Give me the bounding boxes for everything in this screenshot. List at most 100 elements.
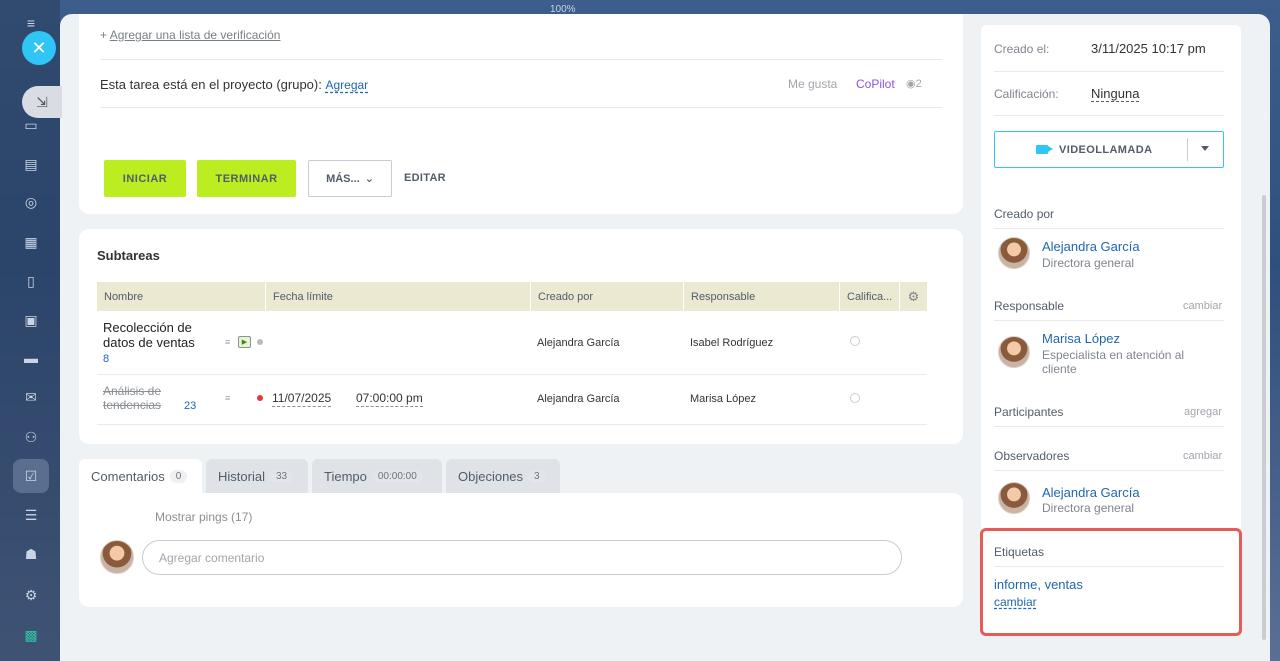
add-participants-link[interactable]: agregar [1184, 406, 1222, 418]
mail-icon[interactable]: ✉ [22, 388, 40, 406]
calendar-icon[interactable]: ▦ [22, 233, 40, 251]
add-checklist-link[interactable]: + Agregar una lista de verificación [100, 28, 280, 42]
edit-button[interactable]: EDITAR [404, 172, 446, 184]
rating-label: Calificación: [994, 87, 1059, 101]
change-tags-link[interactable]: cambiar [994, 595, 1037, 609]
minimize-icon: ⇲ [36, 93, 48, 110]
creator-role: Directora general [1042, 256, 1135, 270]
divider [994, 320, 1224, 321]
like-button[interactable]: Me gusta [788, 77, 837, 91]
list-icon: ≡ [225, 337, 231, 347]
divider [100, 59, 942, 60]
rating-icon[interactable] [850, 393, 860, 403]
subtask-row-2-responsible[interactable]: Marisa López [690, 393, 756, 405]
change-responsible-link[interactable]: cambiar [1183, 300, 1222, 312]
tab-history[interactable]: Historial 33 [206, 459, 308, 493]
project-text: Esta tarea está en el proyecto (grupo): [100, 77, 322, 92]
subtasks-title: Subtareas [97, 248, 160, 263]
avatar [100, 540, 134, 574]
observer-role: Directora general [1042, 501, 1135, 515]
show-pings-link[interactable]: Mostrar pings (17) [155, 510, 252, 524]
video-camera-icon [1036, 145, 1053, 154]
table-row-divider [97, 374, 927, 375]
circle-icon[interactable]: ◎ [22, 193, 40, 211]
column-header-name[interactable]: Nombre [97, 282, 266, 311]
gear-icon[interactable]: ⚙ [900, 282, 927, 311]
finish-button[interactable]: TERMINAR [197, 160, 296, 197]
divider [994, 228, 1224, 229]
subtask-count: 23 [184, 400, 197, 412]
start-button[interactable]: INICIAR [104, 160, 186, 197]
chat-icon[interactable]: ▭ [22, 116, 40, 134]
creator-name[interactable]: Alejandra García [1042, 239, 1140, 254]
feed-icon[interactable]: ▤ [22, 155, 40, 173]
subtask-row-2-deadline-date[interactable]: 11/07/2025 [272, 391, 332, 407]
filter-icon[interactable]: ☰ [22, 506, 40, 524]
document-icon[interactable]: ▯ [22, 272, 40, 290]
subtask-row-1-created-by[interactable]: Alejandra García [537, 337, 620, 349]
settings-icon[interactable]: ⚙ [22, 586, 40, 604]
avatar[interactable] [998, 336, 1030, 368]
rating-value[interactable]: Ninguna [1091, 86, 1140, 102]
column-header-responsible[interactable]: Responsable [684, 282, 840, 311]
more-button[interactable]: MÁS... ⌄ [308, 160, 392, 197]
subtask-row-2-created-by[interactable]: Alejandra García [537, 393, 620, 405]
menu-icon[interactable]: ≡ [22, 14, 40, 32]
divider [994, 71, 1224, 72]
responsible-name[interactable]: Marisa López [1042, 331, 1120, 346]
column-header-rating[interactable]: Califica... [840, 282, 900, 311]
observer-name[interactable]: Alejandra García [1042, 485, 1140, 500]
close-slider-button[interactable]: ✕ [22, 31, 56, 65]
play-icon[interactable]: ▶ [238, 336, 251, 348]
divider [994, 115, 1224, 116]
chevron-down-icon: ⌄ [364, 173, 374, 185]
tags-value[interactable]: informe, ventas [994, 577, 1083, 592]
column-header-deadline[interactable]: Fecha límite [266, 282, 531, 311]
overdue-dot [257, 395, 263, 401]
avatar[interactable] [998, 237, 1030, 269]
app-icon[interactable]: ▩ [22, 626, 40, 644]
comment-input[interactable]: Agregar comentario [142, 540, 902, 575]
drive-icon[interactable]: ▬ [22, 349, 40, 367]
column-header-created-by[interactable]: Creado por [531, 282, 684, 311]
project-info: Esta tarea está en el proyecto (grupo): … [100, 77, 368, 92]
subtask-row-2-name[interactable]: Análisis de tendencias [103, 384, 193, 412]
subtask-row-1-name[interactable]: Recolección de datos de ventas 8 [103, 320, 208, 367]
contacts-icon[interactable]: ⚇ [22, 428, 40, 446]
divider [100, 107, 942, 108]
subtask-row-2-deadline-time[interactable]: 07:00:00 pm [356, 391, 423, 407]
scrollbar[interactable] [1262, 195, 1266, 640]
tab-comments[interactable]: Comentarios 0 [79, 459, 202, 493]
copilot-button[interactable]: CoPilot [856, 77, 895, 91]
rating-icon[interactable] [850, 336, 860, 346]
observers-label: Observadores [994, 449, 1070, 463]
subtasks-card [79, 229, 963, 444]
eye-icon: ◉ [906, 78, 916, 90]
video-call-label: VIDEOLLAMADA [1059, 144, 1153, 156]
add-project-link[interactable]: Agregar [325, 78, 368, 92]
responsible-role: Especialista en atención al cliente [1042, 348, 1185, 376]
divider [994, 426, 1224, 427]
created-on-label: Creado el: [994, 42, 1050, 56]
table-row-divider [97, 424, 927, 425]
avatar[interactable] [998, 482, 1030, 514]
subtask-row-1-responsible[interactable]: Isabel Rodríguez [690, 337, 773, 349]
chevron-down-icon[interactable] [1201, 146, 1209, 151]
divider [1187, 138, 1188, 161]
board-icon[interactable]: ▣ [22, 311, 40, 329]
robot-icon[interactable]: ☗ [22, 545, 40, 563]
tasks-icon[interactable]: ☑ [22, 467, 40, 485]
collapse-slider-button[interactable]: ⇲ [22, 86, 62, 118]
subtask-count: 8 [103, 353, 110, 365]
divider [994, 470, 1224, 471]
tags-label: Etiquetas [994, 545, 1045, 559]
created-by-label: Creado por [994, 207, 1055, 221]
created-on-value: 3/11/2025 10:17 pm [1091, 41, 1206, 56]
list-icon: ≡ [225, 393, 231, 403]
tab-objections[interactable]: Objeciones 3 [446, 459, 560, 493]
close-icon: ✕ [31, 37, 47, 58]
participants-label: Participantes [994, 405, 1064, 419]
change-observers-link[interactable]: cambiar [1183, 450, 1222, 462]
divider [994, 566, 1224, 567]
tab-time[interactable]: Tiempo 00:00:00 [312, 459, 442, 493]
